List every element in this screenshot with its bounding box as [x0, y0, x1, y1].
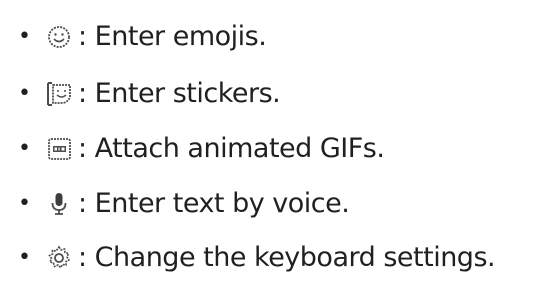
settings-gear-icon: [44, 244, 74, 272]
item-text: : Enter stickers.: [78, 78, 281, 109]
bullet: •: [18, 245, 31, 270]
item-text: : Change the keyboard settings.: [78, 242, 496, 273]
microphone-icon: [44, 190, 74, 218]
item-text: : Attach animated GIFs.: [78, 133, 385, 164]
bullet: •: [18, 81, 31, 106]
item-text: : Enter text by voice.: [78, 188, 350, 219]
gif-icon: [44, 135, 74, 163]
emoji-icon: [44, 23, 74, 51]
sticker-icon: [44, 80, 74, 108]
item-text: : Enter emojis.: [78, 21, 267, 52]
bullet: •: [18, 191, 31, 216]
bullet: •: [18, 136, 31, 161]
bullet: •: [18, 24, 31, 49]
